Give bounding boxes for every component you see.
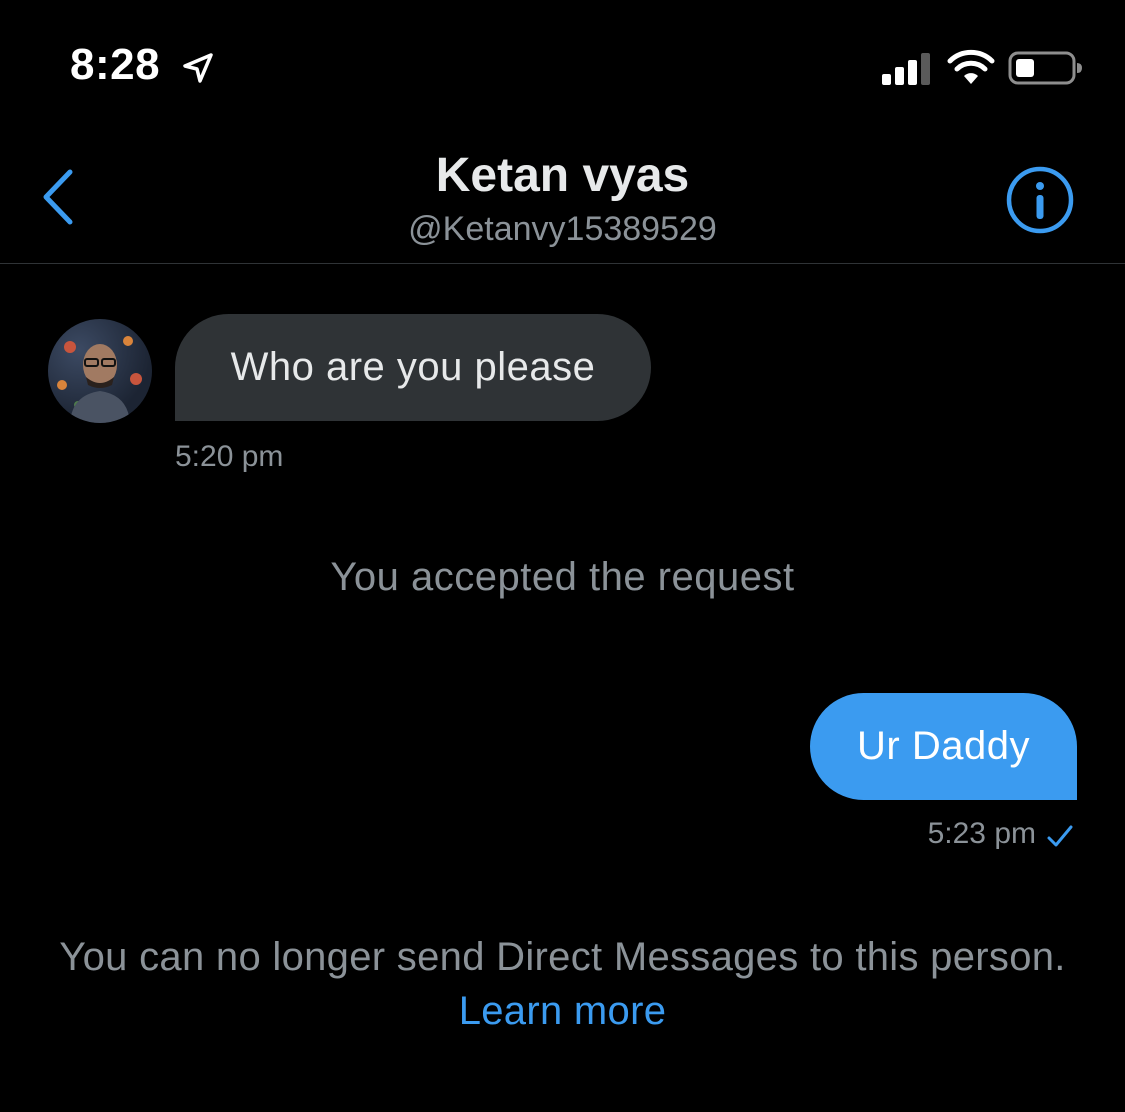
battery-icon [1008, 51, 1082, 85]
outgoing-message-time: 5:23 pm [927, 817, 1036, 850]
location-arrow-icon [183, 53, 213, 83]
incoming-message-text: Who are you please [230, 345, 596, 389]
outgoing-message-bubble[interactable]: Ur Daddy [810, 693, 1077, 800]
conversation-handle: @Ketanvy15389529 [408, 210, 717, 248]
dm-restricted-note: You can no longer send Direct Messages t… [40, 930, 1085, 1038]
wifi-icon [947, 49, 995, 84]
dm-restricted-text: You can no longer send Direct Messages t… [59, 935, 1066, 979]
info-icon[interactable] [1004, 164, 1076, 236]
avatar[interactable] [48, 319, 152, 423]
incoming-message-time: 5:20 pm [175, 440, 284, 473]
header-divider [0, 263, 1125, 264]
request-accepted-note: You accepted the request [330, 555, 795, 599]
cellular-signal-icon [882, 53, 930, 85]
status-time: 8:28 [70, 40, 161, 89]
avatar-photo [57, 336, 142, 423]
learn-more-link[interactable]: Learn more [459, 989, 667, 1033]
incoming-message-bubble[interactable]: Who are you please [175, 314, 651, 421]
conversation-title: Ketan vyas [435, 149, 690, 202]
checkmark-icon [1047, 825, 1073, 847]
outgoing-message-text: Ur Daddy [857, 724, 1030, 768]
